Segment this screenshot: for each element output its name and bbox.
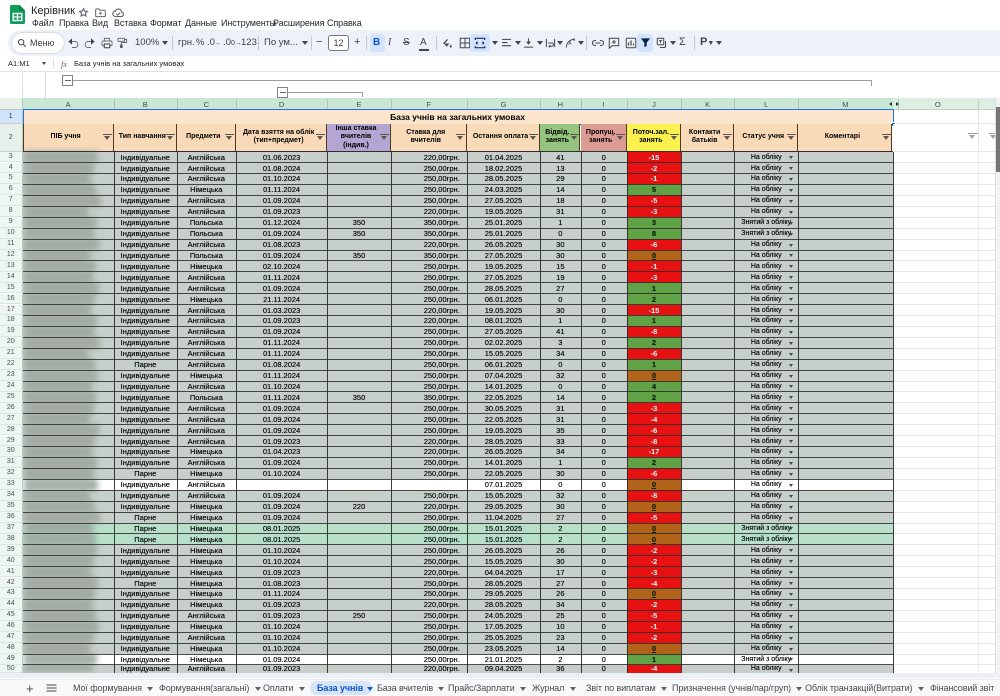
svg-text:A: A [568,41,572,47]
